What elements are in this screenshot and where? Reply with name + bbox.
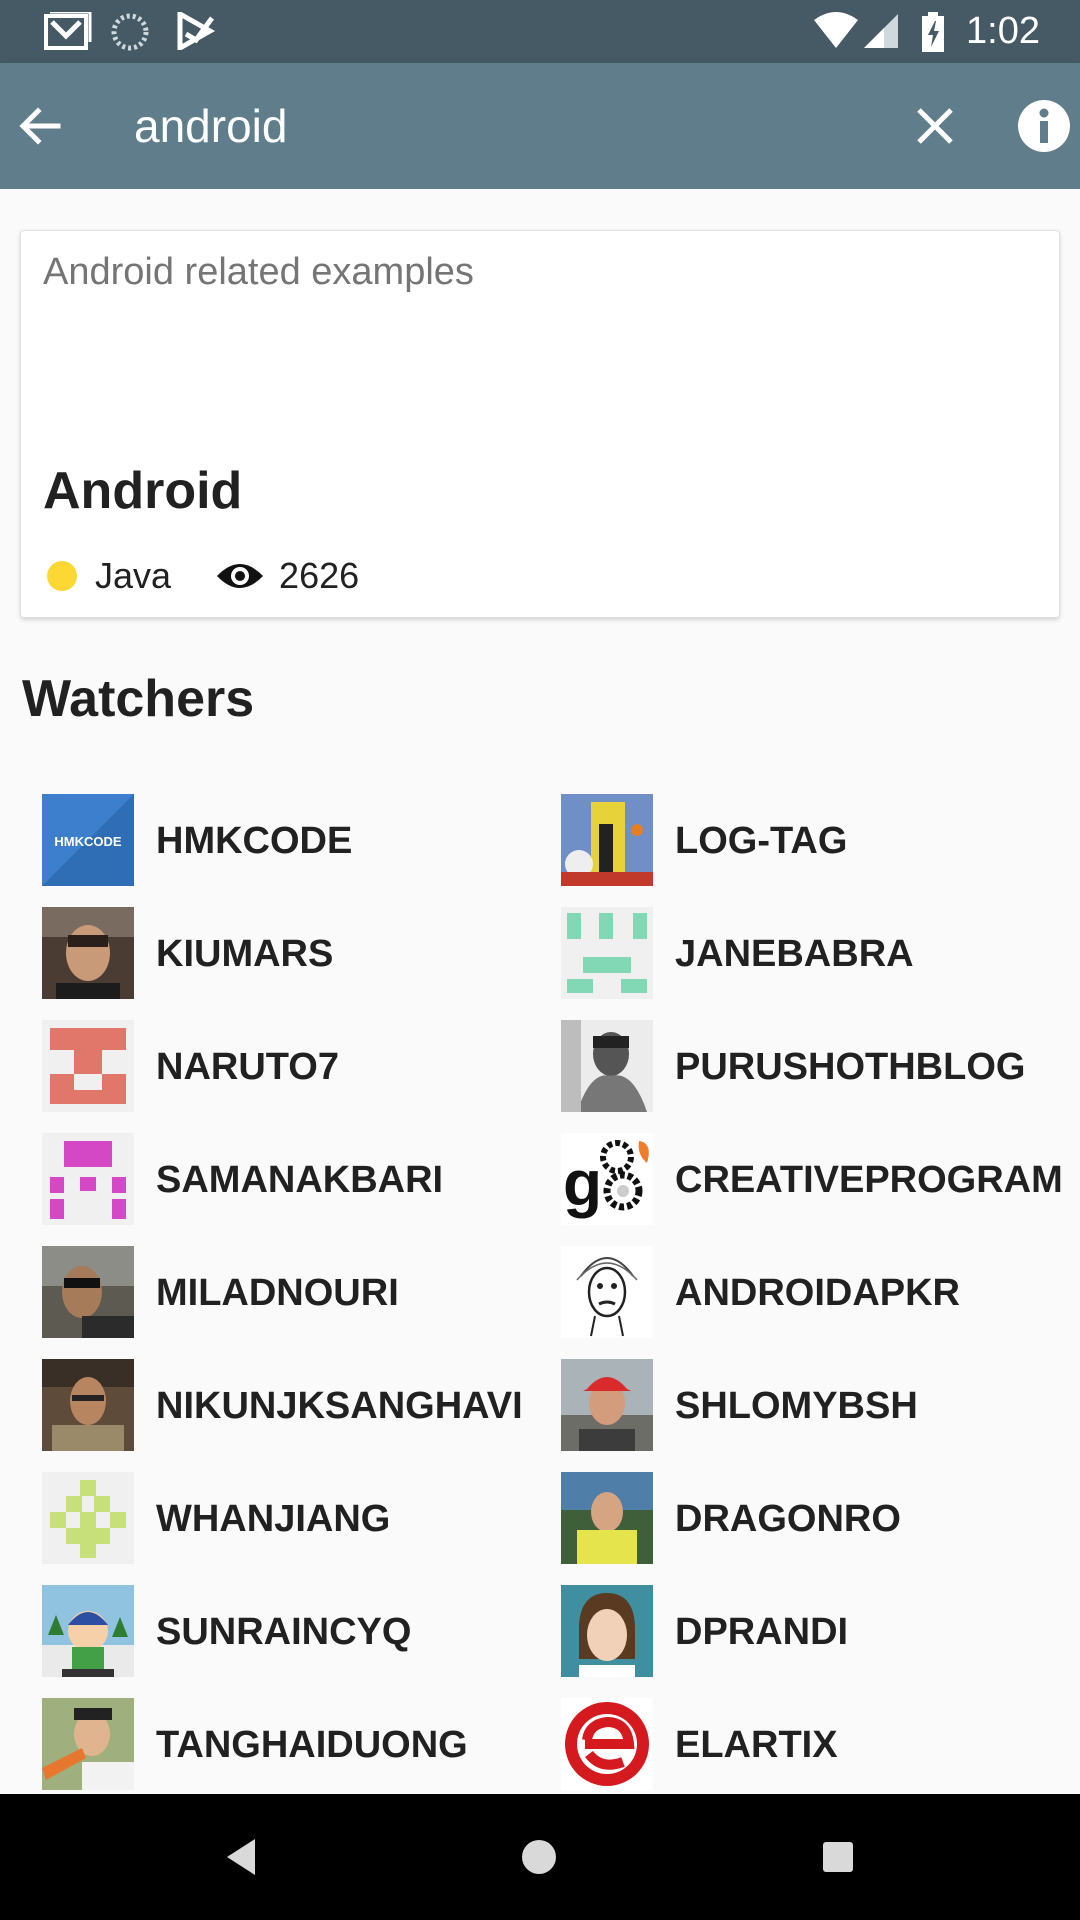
battery-icon [920, 12, 946, 52]
watcher-name: SAMANAKBARI [156, 1159, 444, 1201]
signal-icon [862, 12, 900, 50]
avatar [561, 1020, 653, 1112]
arrow-left-icon [19, 107, 61, 145]
watcher-name: SUNRAINCYQ [156, 1611, 412, 1653]
avatar [561, 794, 653, 886]
watcher-name: PURUSHOTHBLOG [675, 1046, 1026, 1088]
repo-name: Android [43, 462, 243, 520]
watcher-item[interactable]: SUNRAINCYQ [42, 1585, 561, 1698]
watcher-item[interactable]: SAMANAKBARI [42, 1133, 561, 1246]
back-triangle-icon [227, 1839, 255, 1875]
watcher-item[interactable]: JANEBABRA [561, 907, 1061, 1020]
play-store-icon [176, 9, 216, 53]
watcher-item[interactable]: WHANJIANG [42, 1472, 561, 1585]
avatar [561, 1246, 653, 1338]
back-button[interactable] [10, 96, 70, 156]
avatar [42, 1359, 134, 1451]
avatar [42, 1585, 134, 1677]
watcher-item[interactable]: NIKUNJKSANGHAVI [42, 1359, 561, 1472]
watcher-item[interactable]: PURUSHOTHBLOG [561, 1020, 1061, 1133]
watcher-name: DRAGONRO [675, 1498, 901, 1540]
info-button[interactable] [1014, 96, 1074, 156]
clear-search-button[interactable] [905, 96, 965, 156]
avatar [561, 1359, 653, 1451]
status-time: 1:02 [966, 10, 1040, 52]
repo-language: Java [95, 555, 172, 596]
watcher-name: KIUMARS [156, 933, 334, 975]
eye-icon [215, 560, 265, 592]
watchers-count: 2626 [279, 555, 360, 596]
watcher-item[interactable]: HMKCODE HMKCODE [42, 794, 561, 907]
nav-recents-button[interactable] [808, 1827, 868, 1887]
watchers-heading: Watchers [22, 670, 255, 728]
watcher-name: NARUTO7 [156, 1046, 339, 1088]
language-color-dot [47, 561, 77, 591]
svg-text:HMKCODE: HMKCODE [54, 834, 121, 849]
avatar [561, 1585, 653, 1677]
watcher-name: MILADNOURI [156, 1272, 399, 1314]
nav-home-button[interactable] [509, 1827, 569, 1887]
watcher-item[interactable]: DRAGONRO [561, 1472, 1061, 1585]
watcher-item[interactable]: KIUMARS [42, 907, 561, 1020]
status-bar: 1:02 [0, 0, 1080, 63]
avatar: g [561, 1133, 653, 1225]
svg-text:g: g [563, 1147, 602, 1219]
app-bar: android [0, 63, 1080, 189]
close-icon [917, 108, 953, 144]
search-input[interactable]: android [134, 99, 287, 153]
watcher-item[interactable]: DPRANDI [561, 1585, 1061, 1698]
sync-icon [110, 12, 150, 51]
avatar [561, 907, 653, 999]
info-icon [1018, 100, 1070, 152]
watcher-item[interactable]: ELARTIX [561, 1698, 1061, 1794]
repo-description: Android related examples [43, 251, 474, 293]
watchers-grid: HMKCODE HMKCODE LOG-TAG KIUMARS JANEBABR… [42, 794, 1062, 1794]
watcher-item[interactable]: LOG-TAG [561, 794, 1061, 907]
avatar [42, 1020, 134, 1112]
nav-back-button[interactable] [211, 1827, 271, 1887]
watcher-name: DPRANDI [675, 1611, 849, 1653]
watcher-item[interactable]: g CREATIVEPROGRAMMI [561, 1133, 1061, 1246]
repo-meta: Java 2626 [43, 551, 359, 601]
watcher-name: LOG-TAG [675, 820, 848, 862]
avatar [42, 1472, 134, 1564]
watcher-name: TANGHAIDUONG [156, 1724, 468, 1766]
content-area[interactable]: Android related examples Android Java 26… [0, 189, 1080, 1794]
avatar [42, 1133, 134, 1225]
wifi-icon [812, 12, 860, 50]
watcher-item[interactable]: TANGHAIDUONG [42, 1698, 561, 1794]
home-circle-icon [522, 1840, 556, 1874]
watcher-item[interactable]: SHLOMYBSH [561, 1359, 1061, 1472]
recents-square-icon [823, 1842, 853, 1872]
avatar [561, 1472, 653, 1564]
avatar [561, 1698, 653, 1790]
watcher-name: HMKCODE [156, 820, 353, 862]
navigation-bar [0, 1794, 1080, 1920]
avatar [42, 907, 134, 999]
watcher-name: NIKUNJKSANGHAVI [156, 1385, 523, 1427]
watcher-item[interactable]: ANDROIDAPKR [561, 1246, 1061, 1359]
watcher-item[interactable]: MILADNOURI [42, 1246, 561, 1359]
watcher-name: ANDROIDAPKR [675, 1272, 960, 1314]
avatar: HMKCODE [42, 794, 134, 886]
watcher-item[interactable]: NARUTO7 [42, 1020, 561, 1133]
watcher-name: WHANJIANG [156, 1498, 391, 1540]
watcher-name: SHLOMYBSH [675, 1385, 918, 1427]
repo-card[interactable]: Android related examples Android Java 26… [20, 230, 1060, 618]
watcher-name: JANEBABRA [675, 933, 914, 975]
gmail-icon [44, 10, 92, 50]
watcher-name: ELARTIX [675, 1724, 838, 1766]
avatar [42, 1698, 134, 1790]
watcher-name: CREATIVEPROGRAMMI [675, 1159, 1061, 1201]
avatar [42, 1246, 134, 1338]
